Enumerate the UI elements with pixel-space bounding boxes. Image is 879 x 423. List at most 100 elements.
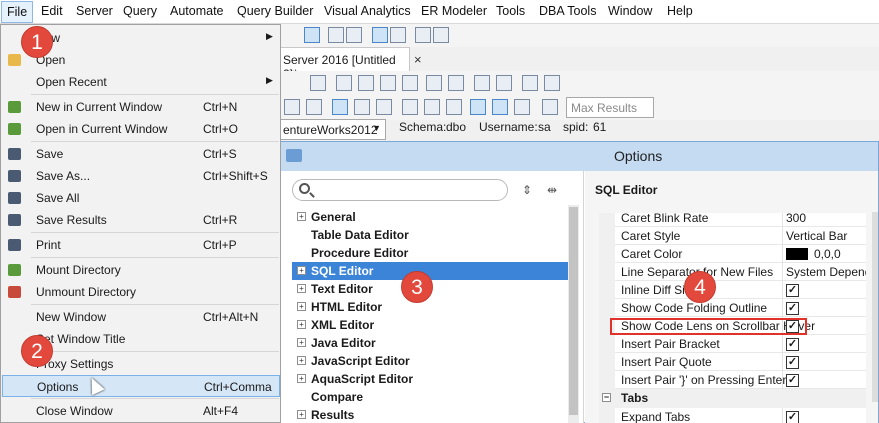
menu-file[interactable]: File [1, 1, 34, 23]
menu-item-mount-directory[interactable]: Mount Directory [2, 259, 280, 281]
results-text-icon[interactable] [492, 99, 508, 115]
expand-icon[interactable]: + [297, 320, 306, 329]
expand-icon[interactable]: + [297, 284, 306, 293]
font-larger-icon[interactable] [544, 75, 560, 91]
menu-item-new-window[interactable]: New Window Ctrl+Alt+N [2, 306, 280, 328]
editor-tab[interactable]: Server 2016 [Untitled 2]* [276, 47, 410, 81]
tree-item-results[interactable]: + Results [292, 406, 571, 423]
checkbox[interactable]: ✓ [786, 374, 799, 387]
tree-item-table-data-editor[interactable]: Table Data Editor [292, 226, 571, 244]
property-row-insert-pair-quote[interactable]: Insert Pair Quote ✓ [599, 353, 866, 371]
tree-scrollbar-thumb[interactable] [569, 207, 578, 415]
property-row-caret-style[interactable]: Caret Style Vertical Bar [599, 227, 866, 245]
execute-icon[interactable] [284, 99, 300, 115]
toolbar-split-icon[interactable] [390, 27, 406, 43]
select-icon[interactable] [336, 75, 352, 91]
uncomment-icon[interactable] [376, 99, 392, 115]
property-row-show-code-folding-outline[interactable]: Show Code Folding Outline ✓ [599, 299, 866, 317]
menu-visual-analytics[interactable]: Visual Analytics [324, 4, 411, 18]
tree-item-xml-editor[interactable]: + XML Editor [292, 316, 571, 334]
toolbar-table-icon[interactable] [328, 27, 344, 43]
results-grid-icon[interactable] [470, 99, 486, 115]
checkbox[interactable]: ✓ [786, 411, 799, 423]
tree-item-javascript-editor[interactable]: + JavaScript Editor [292, 352, 571, 370]
menu-item-unmount-directory[interactable]: Unmount Directory [2, 281, 280, 303]
expand-icon[interactable]: + [297, 338, 306, 347]
property-row-line-separator-for-new-files[interactable]: Line Separator for New Files System Depen… [599, 263, 866, 281]
menu-item-open-recent[interactable]: Open Recent ▶ [2, 71, 280, 93]
property-row-inline-diff-side[interactable]: Inline Diff Side ✓ [599, 281, 866, 299]
toolbar-chart-icon[interactable] [415, 27, 431, 43]
toolbar-panel-icon[interactable] [346, 27, 362, 43]
collapse-icon[interactable]: − [602, 393, 611, 402]
toolbar-window-icon[interactable] [433, 27, 449, 43]
property-row-caret-blink-rate[interactable]: Caret Blink Rate 300 [599, 213, 866, 227]
close-tab-icon[interactable]: × [414, 52, 422, 67]
collapse-all-icon[interactable]: ⇕ [522, 183, 532, 197]
color-swatch[interactable] [786, 248, 808, 260]
expand-icon[interactable]: + [297, 374, 306, 383]
tree-item-general[interactable]: + General [292, 208, 571, 226]
property-grid-scrollbar[interactable] [872, 212, 878, 402]
expand-all-icon[interactable]: ⇹ [547, 183, 557, 197]
stop-icon[interactable] [306, 99, 322, 115]
menu-server[interactable]: Server [76, 4, 113, 18]
menu-item-save[interactable]: Save Ctrl+S [2, 143, 280, 165]
property-row-expand-tabs[interactable]: Expand Tabs ✓ [599, 408, 866, 423]
tree-item-java-editor[interactable]: + Java Editor [292, 334, 571, 352]
checkbox[interactable]: ✓ [786, 302, 799, 315]
menu-tools[interactable]: Tools [496, 4, 525, 18]
commit-icon[interactable] [402, 99, 418, 115]
menu-item-print[interactable]: Print Ctrl+P [2, 234, 280, 256]
expand-icon[interactable]: + [297, 302, 306, 311]
menu-item-save-as[interactable]: Save As... Ctrl+Shift+S [2, 165, 280, 187]
transaction-icon[interactable] [446, 99, 462, 115]
find-icon[interactable] [474, 75, 490, 91]
property-row-insert-pair-bracket[interactable]: Insert Pair Bracket ✓ [599, 335, 866, 353]
expand-icon[interactable]: + [297, 410, 306, 419]
max-results-input[interactable]: Max Results [566, 97, 654, 118]
property-row-caret-color[interactable]: Caret Color 0,0,0 [599, 245, 866, 263]
tree-item-aquascript-editor[interactable]: + AquaScript Editor [292, 370, 571, 388]
rollback-icon[interactable] [424, 99, 440, 115]
menu-window[interactable]: Window [608, 4, 652, 18]
tree-item-procedure-editor[interactable]: Procedure Editor [292, 244, 571, 262]
expand-icon[interactable]: + [297, 356, 306, 365]
menu-query-builder[interactable]: Query Builder [237, 4, 313, 18]
tree-item-sql-editor[interactable]: + SQL Editor [292, 262, 571, 280]
checkbox[interactable]: ✓ [786, 356, 799, 369]
property-row-insert-pair-on-pressing-enter[interactable]: Insert Pair '}' on Pressing Enter ✓ [599, 371, 866, 389]
property-value[interactable]: 300 [786, 213, 806, 225]
menu-query[interactable]: Query [123, 4, 157, 18]
cut-icon[interactable] [358, 75, 374, 91]
menu-item-close-window[interactable]: Close Window Alt+F4 [2, 400, 280, 422]
expand-icon[interactable]: + [297, 212, 306, 221]
tree-item-html-editor[interactable]: + HTML Editor [292, 298, 571, 316]
comment-icon[interactable] [354, 99, 370, 115]
menu-edit[interactable]: Edit [41, 4, 63, 18]
menu-item-save-all[interactable]: Save All [2, 187, 280, 209]
database-select[interactable]: entureWorks2012 ▼ [276, 119, 386, 140]
replace-icon[interactable] [496, 75, 512, 91]
print-icon[interactable] [310, 75, 326, 91]
dialog-title-bar[interactable]: Options [278, 142, 878, 171]
results-file-icon[interactable] [514, 99, 530, 115]
group-row-tabs[interactable]: − Tabs [599, 389, 866, 408]
menu-item-open-in-current-window[interactable]: Open in Current Window Ctrl+O [2, 118, 280, 140]
menu-item-save-results[interactable]: Save Results Ctrl+R [2, 209, 280, 231]
menu-help[interactable]: Help [667, 4, 693, 18]
menu-item-new-in-current-window[interactable]: New in Current Window Ctrl+N [2, 96, 280, 118]
tree-item-compare[interactable]: Compare [292, 388, 571, 406]
format-icon[interactable] [332, 99, 348, 115]
property-value[interactable]: System Dependent [786, 265, 866, 279]
undo-icon[interactable] [426, 75, 442, 91]
copy-icon[interactable] [380, 75, 396, 91]
toolbar-grid-icon[interactable] [304, 27, 320, 43]
font-smaller-icon[interactable] [522, 75, 538, 91]
menu-dba-tools[interactable]: DBA Tools [539, 4, 596, 18]
paste-icon[interactable] [402, 75, 418, 91]
toolbar-layout-icon[interactable] [372, 27, 388, 43]
checkbox[interactable]: ✓ [786, 284, 799, 297]
tree-scrollbar[interactable] [568, 205, 579, 423]
options-search-input[interactable] [292, 179, 508, 201]
